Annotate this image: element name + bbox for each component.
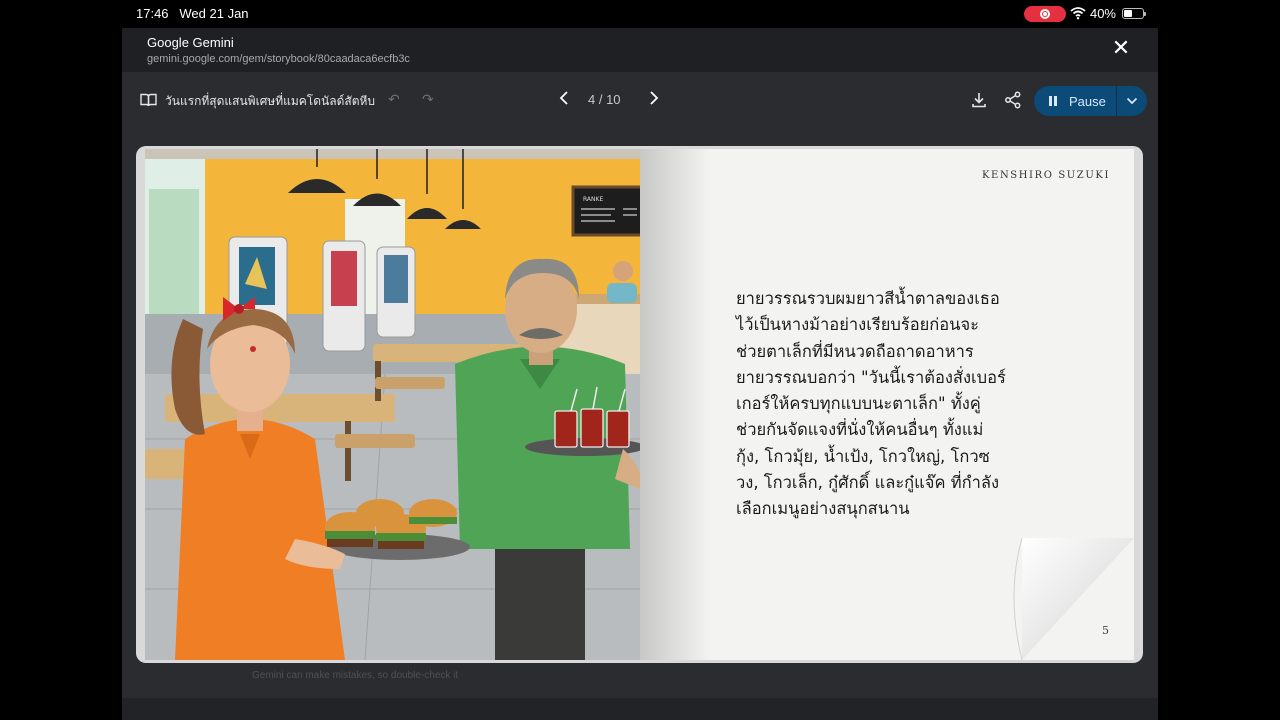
- book-icon: [140, 93, 157, 107]
- ipad-screen: 17:46 Wed 21 Jan 40% Google Gemini gemin…: [0, 0, 1280, 720]
- page-indicator: 4 / 10: [588, 92, 621, 107]
- pause-button[interactable]: Pause: [1034, 86, 1116, 116]
- storybook-app: วันแรกที่สุดแสนพิเศษที่แมคโดนัลด์สัตหีบ …: [122, 72, 1158, 720]
- battery-icon: [1122, 8, 1146, 19]
- clock-text: 17:46: [136, 6, 169, 21]
- narration-control: Pause: [1034, 86, 1147, 116]
- page-curl[interactable]: [1004, 535, 1134, 660]
- chevron-left-icon: [559, 91, 568, 105]
- text-page: KENSHIRO SUZUKI ยายวรรณรวบผมยาวสีน้ำตาลข…: [640, 149, 1134, 660]
- story-line: กุ้ง, โกวมุ้ย, น้ำเป้ง, โกวใหญ่, โกวซ: [736, 446, 990, 466]
- story-line: วง, โกวเล็ก, กู๋ศักดิ์ และกู๋แจ๊ค ที่กำล…: [736, 473, 1000, 493]
- author-name: KENSHIRO SUZUKI: [981, 170, 1110, 181]
- bottom-strip: [122, 698, 1158, 720]
- site-title: Google Gemini: [147, 35, 234, 50]
- story-illustration: RANKE: [145, 149, 640, 660]
- story-line: ช่วยกันจัดแจงที่นั่งให้คนอื่นๆ ทั้งแม่: [736, 420, 984, 440]
- story-title: วันแรกที่สุดแสนพิเศษที่แมคโดนัลด์สัตหีบ: [165, 94, 376, 108]
- status-bar: 17:46 Wed 21 Jan 40%: [122, 0, 1158, 28]
- narration-options-button[interactable]: [1117, 86, 1147, 116]
- pause-icon: [1048, 96, 1058, 106]
- undo-icon[interactable]: ↶: [388, 92, 400, 108]
- wifi-icon: [1070, 7, 1086, 20]
- status-time: 17:46 Wed 21 Jan: [136, 6, 249, 21]
- next-page-button[interactable]: [644, 89, 664, 111]
- storybook-spread: RANKE KENSHIRO SUZUKI ยายวรรณรวบผมยาวสีน…: [136, 146, 1143, 663]
- site-url[interactable]: gemini.google.com/gem/storybook/80caadac…: [147, 53, 410, 65]
- pause-label: Pause: [1069, 93, 1106, 109]
- story-line: เกอร์ให้ครบทุกแบบนะตาเล็ก" ทั้งคู่: [736, 394, 981, 414]
- close-icon[interactable]: ✕: [1110, 38, 1132, 60]
- browser-header: Google Gemini gemini.google.com/gem/stor…: [122, 28, 1158, 72]
- storybook-toolbar: วันแรกที่สุดแสนพิเศษที่แมคโดนัลด์สัตหีบ …: [122, 72, 1158, 128]
- date-text: Wed 21 Jan: [179, 6, 249, 21]
- story-line: ยายวรรณรวบผมยาวสีน้ำตาลของเธอ: [736, 289, 1000, 308]
- screen-record-icon[interactable]: [1024, 6, 1066, 22]
- page-number: 5: [1102, 624, 1109, 637]
- chevron-right-icon: [650, 91, 659, 105]
- story-line: ยายวรรณบอกว่า "วันนี้เราต้องสั่งเบอร์: [736, 367, 1006, 387]
- story-text: ยายวรรณรวบผมยาวสีน้ำตาลของเธอ ไว้เป็นหาง…: [736, 286, 1051, 523]
- share-icon[interactable]: [1003, 90, 1023, 110]
- previous-page-button[interactable]: [554, 89, 574, 111]
- battery-percent: 40%: [1089, 6, 1116, 21]
- story-line: ช่วยตาเล็กที่มีหนวดถือถาดอาหาร: [736, 341, 974, 361]
- page-gutter-shadow: [640, 149, 710, 660]
- download-icon[interactable]: [969, 90, 989, 110]
- chevron-down-icon: [1126, 97, 1137, 105]
- disclaimer-text: Gemini can make mistakes, so double-chec…: [252, 670, 459, 681]
- redo-icon[interactable]: ↷: [422, 92, 434, 108]
- story-line: เลือกเมนูอย่างสนุกสนาน: [736, 499, 910, 519]
- menu-board-text: RANKE: [583, 196, 603, 203]
- story-line: ไว้เป็นหางม้าอย่างเรียบร้อยก่อนจะ: [736, 315, 979, 335]
- illustration-page: RANKE: [145, 149, 640, 660]
